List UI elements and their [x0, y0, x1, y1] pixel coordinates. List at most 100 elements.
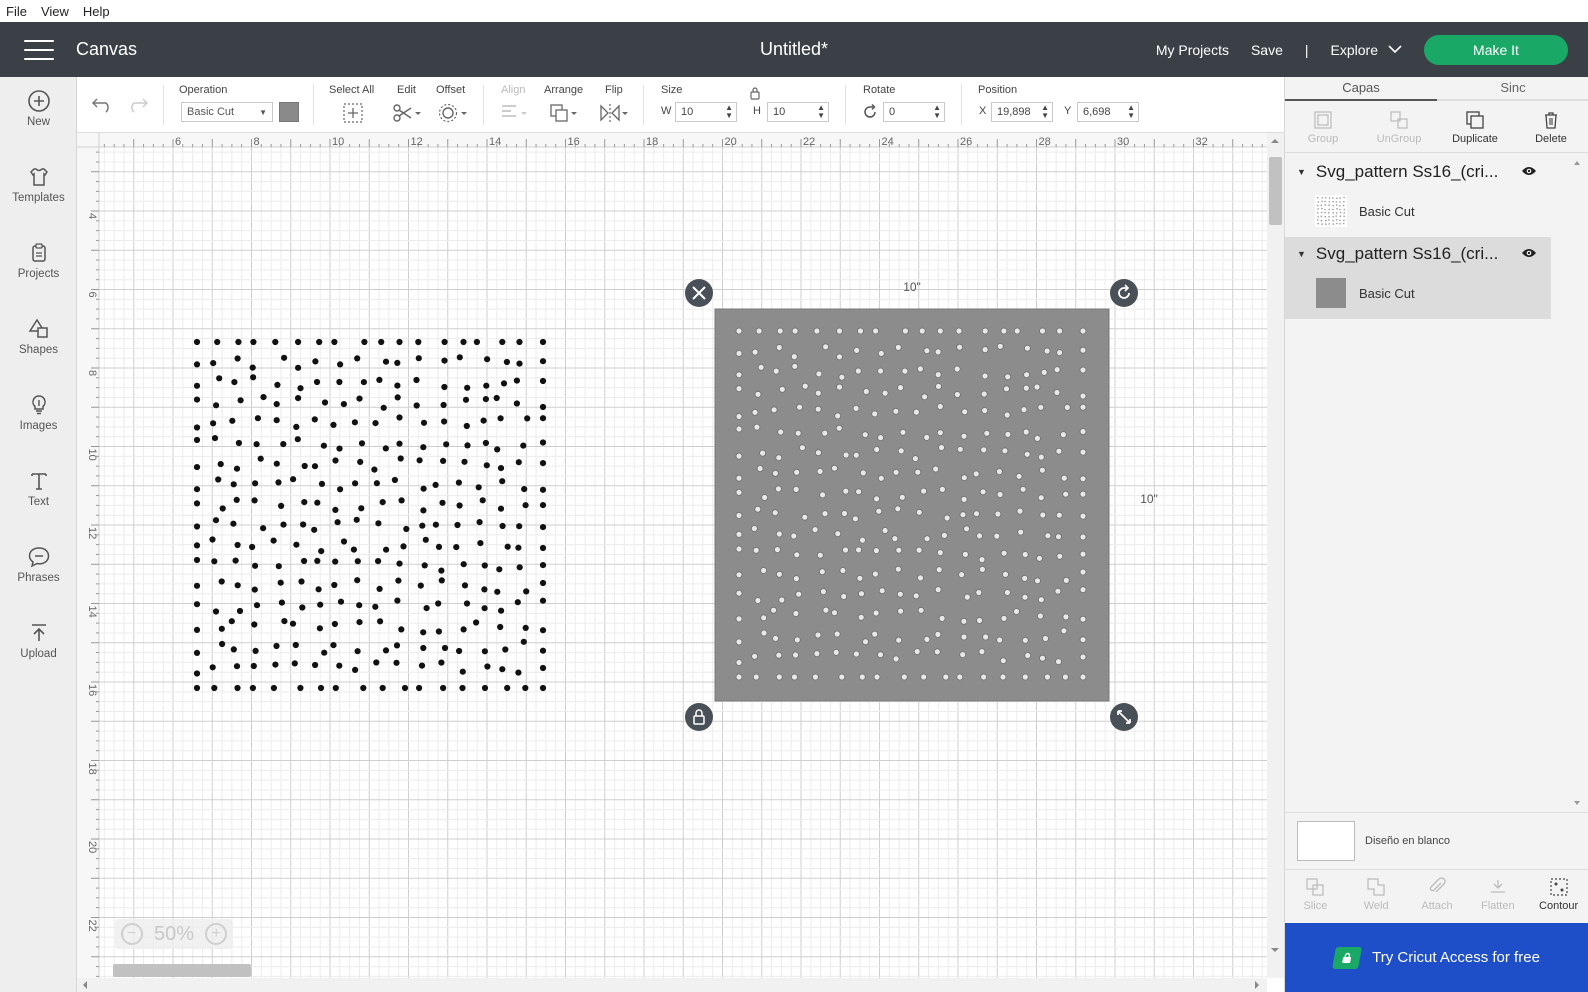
sidebar-item-images[interactable]: Images — [0, 392, 77, 458]
arrange-icon[interactable] — [549, 102, 581, 124]
pattern-dot — [193, 436, 201, 444]
width-input[interactable]: 10 ▲ ▼ — [675, 102, 737, 122]
duplicate-button[interactable]: Duplicate — [1437, 103, 1513, 152]
pattern-dot — [462, 396, 470, 403]
pattern-hole — [915, 508, 923, 516]
spinner-icon[interactable]: ▲ ▼ — [933, 104, 941, 120]
ruler-h-label: 28 — [1039, 136, 1051, 148]
pattern-hole — [1036, 554, 1043, 562]
make-it-button[interactable]: Make It — [1424, 34, 1568, 65]
hamburger-menu-icon[interactable] — [24, 39, 54, 60]
blank-canvas-swatch[interactable] — [1297, 820, 1355, 861]
pattern-dot — [439, 499, 446, 506]
pattern-dot — [354, 648, 361, 655]
layer-item[interactable]: Basic Cut — [1315, 193, 1415, 229]
my-projects-link[interactable]: My Projects — [1156, 42, 1229, 58]
explore-dropdown[interactable]: Explore — [1331, 42, 1402, 58]
sidebar-item-new[interactable]: New — [0, 88, 77, 154]
pattern-dot — [514, 599, 521, 606]
panel-scrollbar[interactable] — [1572, 159, 1582, 809]
sidebar-item-phrases[interactable]: Phrases — [0, 544, 77, 610]
sidebar-item-upload[interactable]: Upload — [0, 620, 77, 686]
pattern-hole — [1062, 613, 1070, 621]
pattern-dot — [494, 446, 501, 453]
menu-view[interactable]: View — [41, 4, 69, 19]
pattern-hole — [814, 405, 822, 413]
spinner-icon[interactable]: ▲ ▼ — [725, 104, 733, 120]
pattern-dot — [211, 558, 218, 565]
pattern-dot — [476, 519, 483, 526]
pattern-hole — [873, 673, 881, 681]
contour-button[interactable]: Contour — [1528, 870, 1588, 919]
zoom-out-icon[interactable]: − — [120, 923, 143, 945]
spinner-icon[interactable]: ▲ ▼ — [817, 104, 825, 120]
sidebar-item-templates[interactable]: Templates — [0, 164, 77, 230]
try-cricut-access-banner[interactable]: Try Cricut Access for free — [1285, 923, 1588, 992]
pattern-hole — [756, 465, 764, 472]
sidebar-item-text[interactable]: Text — [0, 468, 77, 534]
pattern-hole — [918, 327, 926, 335]
pattern-hole — [812, 673, 819, 681]
delete-button[interactable]: Delete — [1513, 103, 1588, 152]
canvas-grid[interactable]: 6 8 10 12 14 16 18 20 22 24 26 28 30 32 4 6 8 10 12 14 16 18 2… — [77, 133, 1284, 992]
undo-icon[interactable] — [91, 93, 115, 115]
pattern-hole — [878, 587, 886, 595]
pattern-hole — [913, 648, 921, 655]
pattern-dot — [464, 442, 471, 449]
layer-group-1[interactable]: ▼ Svg_pattern Ss16_(cri... Basic Cut — [1285, 155, 1551, 237]
pattern-dot — [515, 669, 522, 676]
sidebar-item-shapes[interactable]: Shapes — [0, 316, 77, 382]
caret-down-icon[interactable]: ▼ — [1297, 167, 1306, 177]
operation-color-swatch[interactable] — [279, 102, 299, 122]
pattern-dot — [499, 338, 506, 346]
pattern-hole — [1055, 533, 1062, 541]
eye-icon[interactable] — [1521, 247, 1537, 259]
layer-group-2[interactable]: ▼ Svg_pattern Ss16_(cri... Basic Cut — [1285, 237, 1551, 319]
menu-file[interactable]: File — [6, 4, 27, 19]
flip-icon[interactable] — [599, 102, 631, 124]
lock-proportions-icon[interactable] — [749, 86, 761, 100]
pattern-dot — [416, 684, 423, 692]
menu-help[interactable]: Help — [83, 4, 110, 19]
resize-handle-icon[interactable] — [1110, 703, 1138, 731]
select-all-icon[interactable] — [341, 102, 365, 124]
operation-select[interactable]: Basic Cut ▼ — [181, 102, 273, 122]
horizontal-scrollbar-thumb[interactable] — [113, 964, 251, 977]
offset-icon[interactable] — [437, 102, 469, 124]
rotate-handle-icon[interactable] — [1110, 279, 1138, 307]
pattern-hole — [1003, 411, 1011, 419]
pattern-hole — [981, 407, 989, 414]
pattern-dot — [275, 479, 282, 486]
duplicate-label: Duplicate — [1452, 133, 1498, 145]
pattern-dot — [213, 402, 220, 409]
tab-capas[interactable]: Capas — [1285, 77, 1437, 101]
caret-down-icon[interactable]: ▼ — [1297, 249, 1306, 259]
pattern-hole — [1000, 327, 1008, 335]
eye-icon[interactable] — [1521, 165, 1537, 177]
pattern-hole — [1043, 347, 1051, 355]
tab-sinc[interactable]: Sinc — [1437, 77, 1588, 101]
layer-header[interactable]: ▼ Svg_pattern Ss16_(cri... — [1285, 237, 1551, 271]
x-position-input[interactable]: 19,898 ▲ ▼ — [991, 102, 1053, 122]
rotate-input[interactable]: 0 ▲ ▼ — [883, 102, 945, 122]
selected-pattern-shape[interactable] — [714, 308, 1110, 702]
pattern-dot — [460, 561, 467, 568]
y-position-input[interactable]: 6,698 ▲ ▼ — [1077, 102, 1139, 122]
ruler-v-label: 16 — [86, 684, 98, 696]
pattern-dot — [193, 382, 201, 389]
save-link[interactable]: Save — [1251, 42, 1283, 58]
design-canvas[interactable]: 6 8 10 12 14 16 18 20 22 24 26 28 30 32 4 6 8 10 12 14 16 18 2… — [77, 133, 1284, 992]
pattern-hole — [1037, 596, 1045, 604]
layer-item[interactable]: Basic Cut — [1315, 275, 1415, 311]
layer-header[interactable]: ▼ Svg_pattern Ss16_(cri... — [1285, 155, 1551, 189]
zoom-in-icon[interactable]: + — [205, 923, 228, 945]
lock-handle-icon[interactable] — [685, 703, 713, 731]
delete-handle-icon[interactable] — [685, 279, 713, 307]
gray-square-shape[interactable] — [715, 309, 1109, 701]
edit-scissors-icon[interactable] — [391, 102, 423, 124]
sidebar-item-projects[interactable]: Projects — [0, 240, 77, 306]
spinner-icon[interactable]: ▲ ▼ — [1041, 104, 1049, 120]
height-input[interactable]: 10 ▲ ▼ — [767, 102, 829, 122]
vertical-scrollbar-thumb[interactable] — [1269, 157, 1282, 225]
spinner-icon[interactable]: ▲ ▼ — [1127, 104, 1135, 120]
